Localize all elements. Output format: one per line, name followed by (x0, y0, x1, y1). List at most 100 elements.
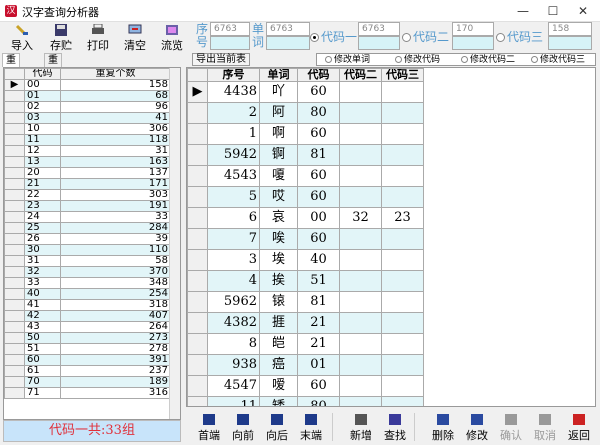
daima2-cell[interactable] (339, 333, 382, 355)
table-row[interactable]: 4382 捱 21 (187, 312, 424, 334)
table-row[interactable]: 03 41 (4, 112, 171, 124)
code-cell[interactable]: 23 (24, 200, 61, 212)
code-cell[interactable]: 13 (24, 156, 61, 168)
row-indicator[interactable] (4, 321, 25, 333)
daima2-cell[interactable] (339, 102, 382, 124)
table-row[interactable]: 01 68 (4, 90, 171, 102)
count-cell[interactable]: 306 (60, 123, 171, 135)
daima-cell[interactable]: 51 (297, 270, 340, 292)
tab-repeat-char[interactable]: 重复汉字 (44, 53, 62, 108)
code-cell[interactable]: 60 (24, 354, 61, 366)
table-row[interactable]: 5 哎 60 (187, 186, 424, 208)
daima3-cell[interactable]: 23 (381, 207, 424, 229)
count-cell[interactable]: 158 (60, 79, 171, 91)
table-row[interactable]: 25 284 (4, 222, 171, 234)
code-cell[interactable]: 10 (24, 123, 61, 135)
code-cell[interactable]: 11 (24, 134, 61, 146)
daima3-cell[interactable] (381, 144, 424, 166)
table-row[interactable]: 40 254 (4, 288, 171, 300)
daima-cell[interactable]: 40 (297, 249, 340, 271)
code-cell[interactable]: 12 (24, 145, 61, 157)
danci-cell[interactable]: 哎 (259, 186, 298, 208)
first-button[interactable]: 首端 (192, 412, 226, 442)
daima-cell[interactable]: 21 (297, 333, 340, 355)
code-cell[interactable]: 22 (24, 189, 61, 201)
xuhao-input[interactable] (210, 36, 250, 50)
return-button[interactable]: 返回 (562, 412, 596, 442)
code-cell[interactable]: 70 (24, 376, 61, 388)
delete-button[interactable]: 删除 (426, 412, 460, 442)
row-indicator[interactable] (4, 90, 25, 102)
code-cell[interactable]: 01 (24, 90, 61, 102)
xuhao-cell[interactable]: 4547 (207, 375, 260, 397)
row-indicator[interactable] (4, 167, 25, 179)
mode-edit-code3[interactable]: 修改代码三 (531, 54, 585, 66)
count-cell[interactable]: 39 (60, 233, 171, 245)
code-cell[interactable]: 03 (24, 112, 61, 124)
daima2-cell[interactable] (339, 228, 382, 250)
daima-cell[interactable]: 01 (297, 354, 340, 376)
count-cell[interactable]: 33 (60, 211, 171, 223)
code-cell[interactable]: 51 (24, 343, 61, 355)
row-indicator[interactable] (187, 165, 208, 187)
cancel-button[interactable]: 取消 (528, 412, 562, 442)
row-indicator[interactable] (4, 178, 25, 190)
table-row[interactable]: 11 矮 80 (187, 396, 424, 406)
row-indicator[interactable] (187, 207, 208, 229)
daima2-cell[interactable] (339, 123, 382, 145)
table-row[interactable]: 938 癌 01 (187, 354, 424, 376)
table-row[interactable]: 5942 锕 81 (187, 144, 424, 166)
code-cell[interactable]: 02 (24, 101, 61, 113)
danci-cell[interactable]: 捱 (259, 312, 298, 334)
row-indicator[interactable] (4, 299, 25, 311)
danci-cell[interactable]: 挨 (259, 270, 298, 292)
table-row[interactable]: 8 皑 21 (187, 333, 424, 355)
count-cell[interactable]: 318 (60, 299, 171, 311)
left-grid-scrollbar[interactable] (169, 68, 180, 419)
xuhao-cell[interactable]: 7 (207, 228, 260, 250)
row-indicator[interactable] (4, 134, 25, 146)
daima3-cell[interactable] (381, 312, 424, 334)
row-indicator[interactable] (4, 244, 25, 256)
code-cell[interactable]: 40 (24, 288, 61, 300)
danci-cell[interactable]: 嗄 (259, 165, 298, 187)
table-row[interactable]: 31 58 (4, 255, 171, 267)
daima1-input[interactable] (358, 36, 400, 50)
col-header-daima2[interactable]: 代码二 (339, 68, 382, 82)
danci-cell[interactable]: 埃 (259, 249, 298, 271)
row-indicator[interactable] (4, 277, 25, 289)
save-button[interactable]: 存贮 (45, 22, 77, 52)
new-button[interactable]: 新增 (344, 412, 378, 442)
table-row[interactable]: 23 191 (4, 200, 171, 212)
row-indicator[interactable] (4, 365, 25, 377)
daima3-cell[interactable] (381, 291, 424, 313)
minimize-button[interactable]: — (508, 0, 538, 22)
daima2-cell[interactable] (339, 312, 382, 334)
row-indicator[interactable] (4, 387, 25, 399)
code-cell[interactable]: 33 (24, 277, 61, 289)
table-row[interactable]: 42 407 (4, 310, 171, 322)
daima3-cell[interactable] (381, 186, 424, 208)
table-row[interactable]: ▶ 00 158 (4, 79, 171, 91)
row-indicator[interactable]: ▶ (187, 81, 208, 103)
table-row[interactable]: 24 33 (4, 211, 171, 223)
table-row[interactable]: 7 唉 60 (187, 228, 424, 250)
table-row[interactable]: 13 163 (4, 156, 171, 168)
count-cell[interactable]: 370 (60, 266, 171, 278)
danci-cell[interactable]: 皑 (259, 333, 298, 355)
xuhao-cell[interactable]: 4382 (207, 312, 260, 334)
daima3-cell[interactable] (381, 375, 424, 397)
table-row[interactable]: 4 挨 51 (187, 270, 424, 292)
word-grid[interactable]: 序号 单词 代码 代码二 代码三 ▶ 4438 吖 60 2 阿 80 1 啊 60 5942 锕 81… (186, 67, 596, 407)
daima-cell[interactable]: 00 (297, 207, 340, 229)
table-row[interactable]: ▶ 4438 吖 60 (187, 81, 424, 103)
col-header-count[interactable]: 重复个数 (60, 68, 171, 80)
table-row[interactable]: 30 110 (4, 244, 171, 256)
tab-repeat-code[interactable]: 重复代码 (2, 53, 20, 108)
row-indicator[interactable] (4, 156, 25, 168)
danci-cell[interactable]: 啊 (259, 123, 298, 145)
mode-edit-word[interactable]: 修改单词 (325, 54, 370, 66)
table-row[interactable]: 32 370 (4, 266, 171, 278)
col-header-xuhao[interactable]: 序号 (207, 68, 260, 82)
browse-button[interactable]: 流览 (156, 22, 188, 52)
